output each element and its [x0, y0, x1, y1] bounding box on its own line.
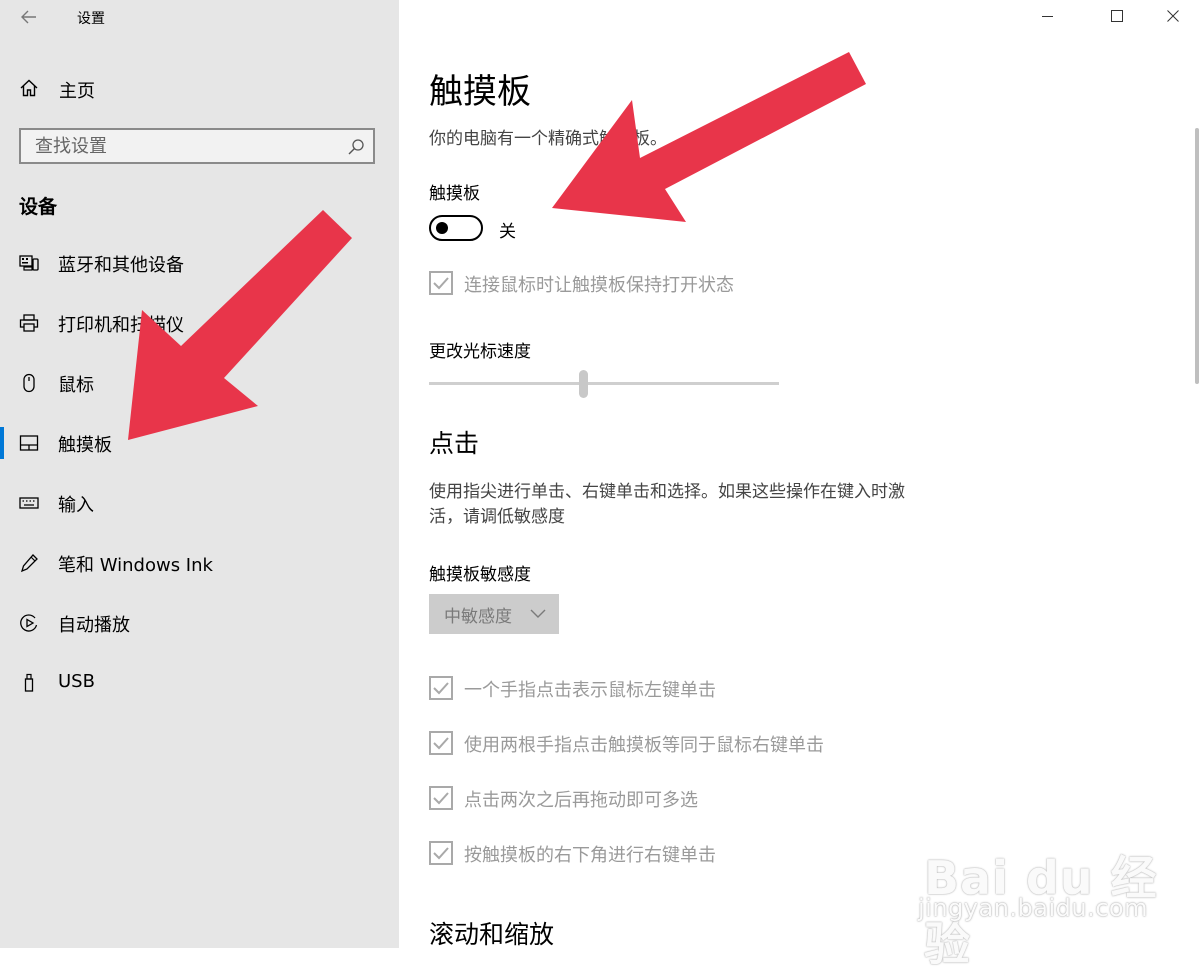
- checkmark-icon: [433, 792, 449, 805]
- printer-icon: [19, 314, 39, 332]
- sidebar-item-label: 打印机和扫描仪: [58, 315, 184, 336]
- mouse-icon: [23, 373, 35, 393]
- sidebar-item-bluetooth[interactable]: 蓝牙和其他设备: [0, 241, 399, 285]
- search-input[interactable]: [21, 130, 355, 162]
- checkbox-label: 按触摸板的右下角进行右键单击: [464, 845, 716, 866]
- usb-icon: [24, 673, 34, 692]
- checkbox-box[interactable]: [429, 731, 453, 755]
- minimize-button[interactable]: [1025, 0, 1071, 34]
- checkbox-label: 连接鼠标时让触摸板保持打开状态: [464, 275, 734, 296]
- app-title: 设置: [77, 11, 105, 27]
- keyboard-icon: [19, 497, 39, 509]
- sensitivity-dropdown[interactable]: 中敏感度: [429, 594, 559, 634]
- checkbox-label: 一个手指点击表示鼠标左键单击: [464, 680, 716, 701]
- maximize-icon: [1111, 10, 1123, 22]
- keep-on-with-mouse-checkbox[interactable]: 连接鼠标时让触摸板保持打开状态: [429, 270, 1029, 298]
- autoplay-icon: [20, 614, 38, 632]
- sidebar-item-mouse[interactable]: 鼠标: [0, 361, 399, 405]
- sidebar-item-typing[interactable]: 输入: [0, 481, 399, 525]
- double-tap-drag-checkbox[interactable]: 点击两次之后再拖动即可多选: [429, 785, 1029, 813]
- close-icon: [1167, 10, 1179, 22]
- slider-thumb[interactable]: [579, 370, 588, 398]
- checkmark-icon: [433, 737, 449, 750]
- back-arrow-icon: [21, 10, 36, 24]
- sidebar-item-touchpad[interactable]: 触摸板: [0, 421, 399, 465]
- chevron-down-icon: [530, 609, 546, 618]
- checkmark-icon: [433, 847, 449, 860]
- sidebar-item-label: 主页: [59, 81, 95, 102]
- toggle-state-label: 关: [499, 222, 516, 242]
- tap-description-line: 活，请调低敏感度: [429, 507, 565, 527]
- cursor-speed-slider[interactable]: [429, 366, 779, 402]
- cursor-speed-label: 更改光标速度: [429, 342, 531, 362]
- touchpad-icon: [19, 435, 39, 451]
- search-box[interactable]: [19, 128, 375, 164]
- page-description: 你的电脑有一个精确式触摸板。: [429, 129, 667, 149]
- tap-section-description: 使用指尖进行单击、右键单击和选择。如果这些操作在键入时激 活，请调低敏感度: [429, 480, 969, 530]
- sidebar-item-label: 鼠标: [58, 375, 94, 396]
- back-button[interactable]: [18, 5, 42, 29]
- sidebar-item-label: 触摸板: [58, 435, 112, 456]
- scroll-section-heading: 滚动和缩放: [429, 920, 555, 948]
- toggle-knob: [436, 222, 448, 234]
- bluetooth-devices-icon: [19, 255, 39, 271]
- checkbox-box[interactable]: [429, 786, 453, 810]
- sidebar-item-label: 蓝牙和其他设备: [58, 255, 184, 276]
- touchpad-toggle[interactable]: [429, 215, 483, 241]
- sidebar-item-printers[interactable]: 打印机和扫描仪: [0, 301, 399, 345]
- sidebar-item-pen[interactable]: 笔和 Windows Ink: [0, 541, 399, 585]
- scrollbar[interactable]: [1195, 128, 1199, 384]
- home-icon: [20, 79, 38, 97]
- main-content: 触摸板 你的电脑有一个精确式触摸板。 触摸板 关 连接鼠标时让触摸板保持打开状态…: [399, 0, 1204, 948]
- checkmark-icon: [433, 277, 449, 290]
- checkbox-box[interactable]: [429, 676, 453, 700]
- checkbox-label: 使用两根手指点击触摸板等同于鼠标右键单击: [464, 735, 824, 756]
- two-finger-tap-checkbox[interactable]: 使用两根手指点击触摸板等同于鼠标右键单击: [429, 730, 1029, 758]
- sidebar-item-label: USB: [58, 671, 95, 692]
- touchpad-toggle-label: 触摸板: [429, 184, 480, 204]
- sidebar-item-autoplay[interactable]: 自动播放: [0, 601, 399, 645]
- section-heading: 设备: [19, 196, 58, 218]
- sidebar: 设置 主页 设备 蓝牙和其他设备 打印机和扫描仪: [0, 0, 399, 948]
- sidebar-item-home[interactable]: 主页: [0, 68, 399, 108]
- slider-track: [429, 382, 779, 385]
- search-icon: [348, 139, 364, 155]
- checkmark-icon: [433, 682, 449, 695]
- page-title: 触摸板: [429, 72, 531, 112]
- watermark-url: jingyan.baidu.com: [918, 894, 1148, 922]
- sidebar-item-label: 输入: [58, 495, 94, 516]
- minimize-icon: [1042, 16, 1053, 17]
- sidebar-item-usb[interactable]: USB: [0, 661, 399, 705]
- tap-description-line: 使用指尖进行单击、右键单击和选择。如果这些操作在键入时激: [429, 482, 905, 502]
- tap-section-heading: 点击: [429, 429, 480, 458]
- checkbox-box[interactable]: [429, 271, 453, 295]
- pen-icon: [20, 554, 38, 573]
- maximize-button[interactable]: [1094, 0, 1140, 34]
- one-finger-tap-checkbox[interactable]: 一个手指点击表示鼠标左键单击: [429, 675, 1029, 703]
- sidebar-item-label: 自动播放: [58, 615, 130, 636]
- checkbox-label: 点击两次之后再拖动即可多选: [464, 790, 698, 811]
- sensitivity-value: 中敏感度: [444, 607, 512, 627]
- close-button[interactable]: [1150, 0, 1196, 34]
- sensitivity-label: 触摸板敏感度: [429, 565, 531, 585]
- sidebar-item-label: 笔和 Windows Ink: [58, 555, 213, 576]
- checkbox-box[interactable]: [429, 841, 453, 865]
